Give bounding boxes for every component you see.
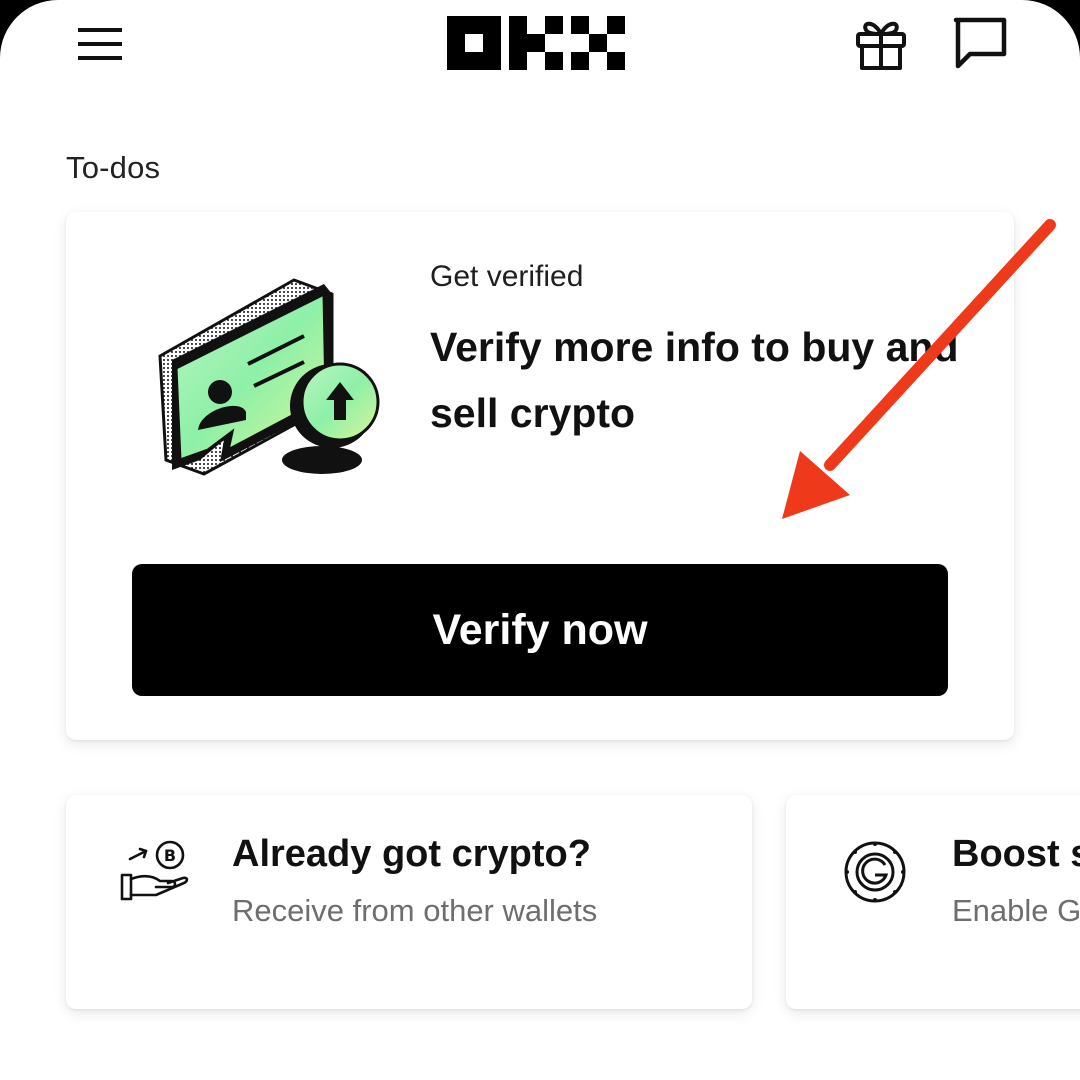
hand-receive-coin-icon: B (120, 837, 190, 903)
section-title: To-dos (66, 150, 161, 185)
svg-text:B: B (164, 846, 176, 865)
card-kicker: Get verified (430, 260, 584, 293)
gift-icon[interactable] (852, 16, 910, 72)
boost-security-card[interactable]: Boost s Enable G (786, 795, 1080, 1009)
mini-card-subtitle: Enable G (952, 893, 1080, 928)
app-screen: To-dos Get verified Verify more info to … (0, 0, 1080, 1080)
verify-card: Get verified Verify more info to buy and… (66, 212, 1014, 740)
hamburger-menu-icon[interactable] (76, 24, 124, 64)
mini-card-title: Already got crypto? (232, 833, 591, 875)
google-authenticator-icon (842, 839, 908, 905)
id-card-upload-illustration (154, 274, 384, 484)
receive-crypto-card[interactable]: B Already got crypto? Receive from other… (66, 795, 752, 1009)
chat-bubble-icon[interactable] (950, 14, 1012, 72)
verify-now-button[interactable]: Verify now (132, 564, 948, 696)
mini-card-title: Boost s (952, 833, 1080, 875)
mini-card-subtitle: Receive from other wallets (232, 893, 598, 928)
card-heading: Verify more info to buy and sell crypto (430, 324, 959, 436)
okx-logo (447, 16, 625, 70)
